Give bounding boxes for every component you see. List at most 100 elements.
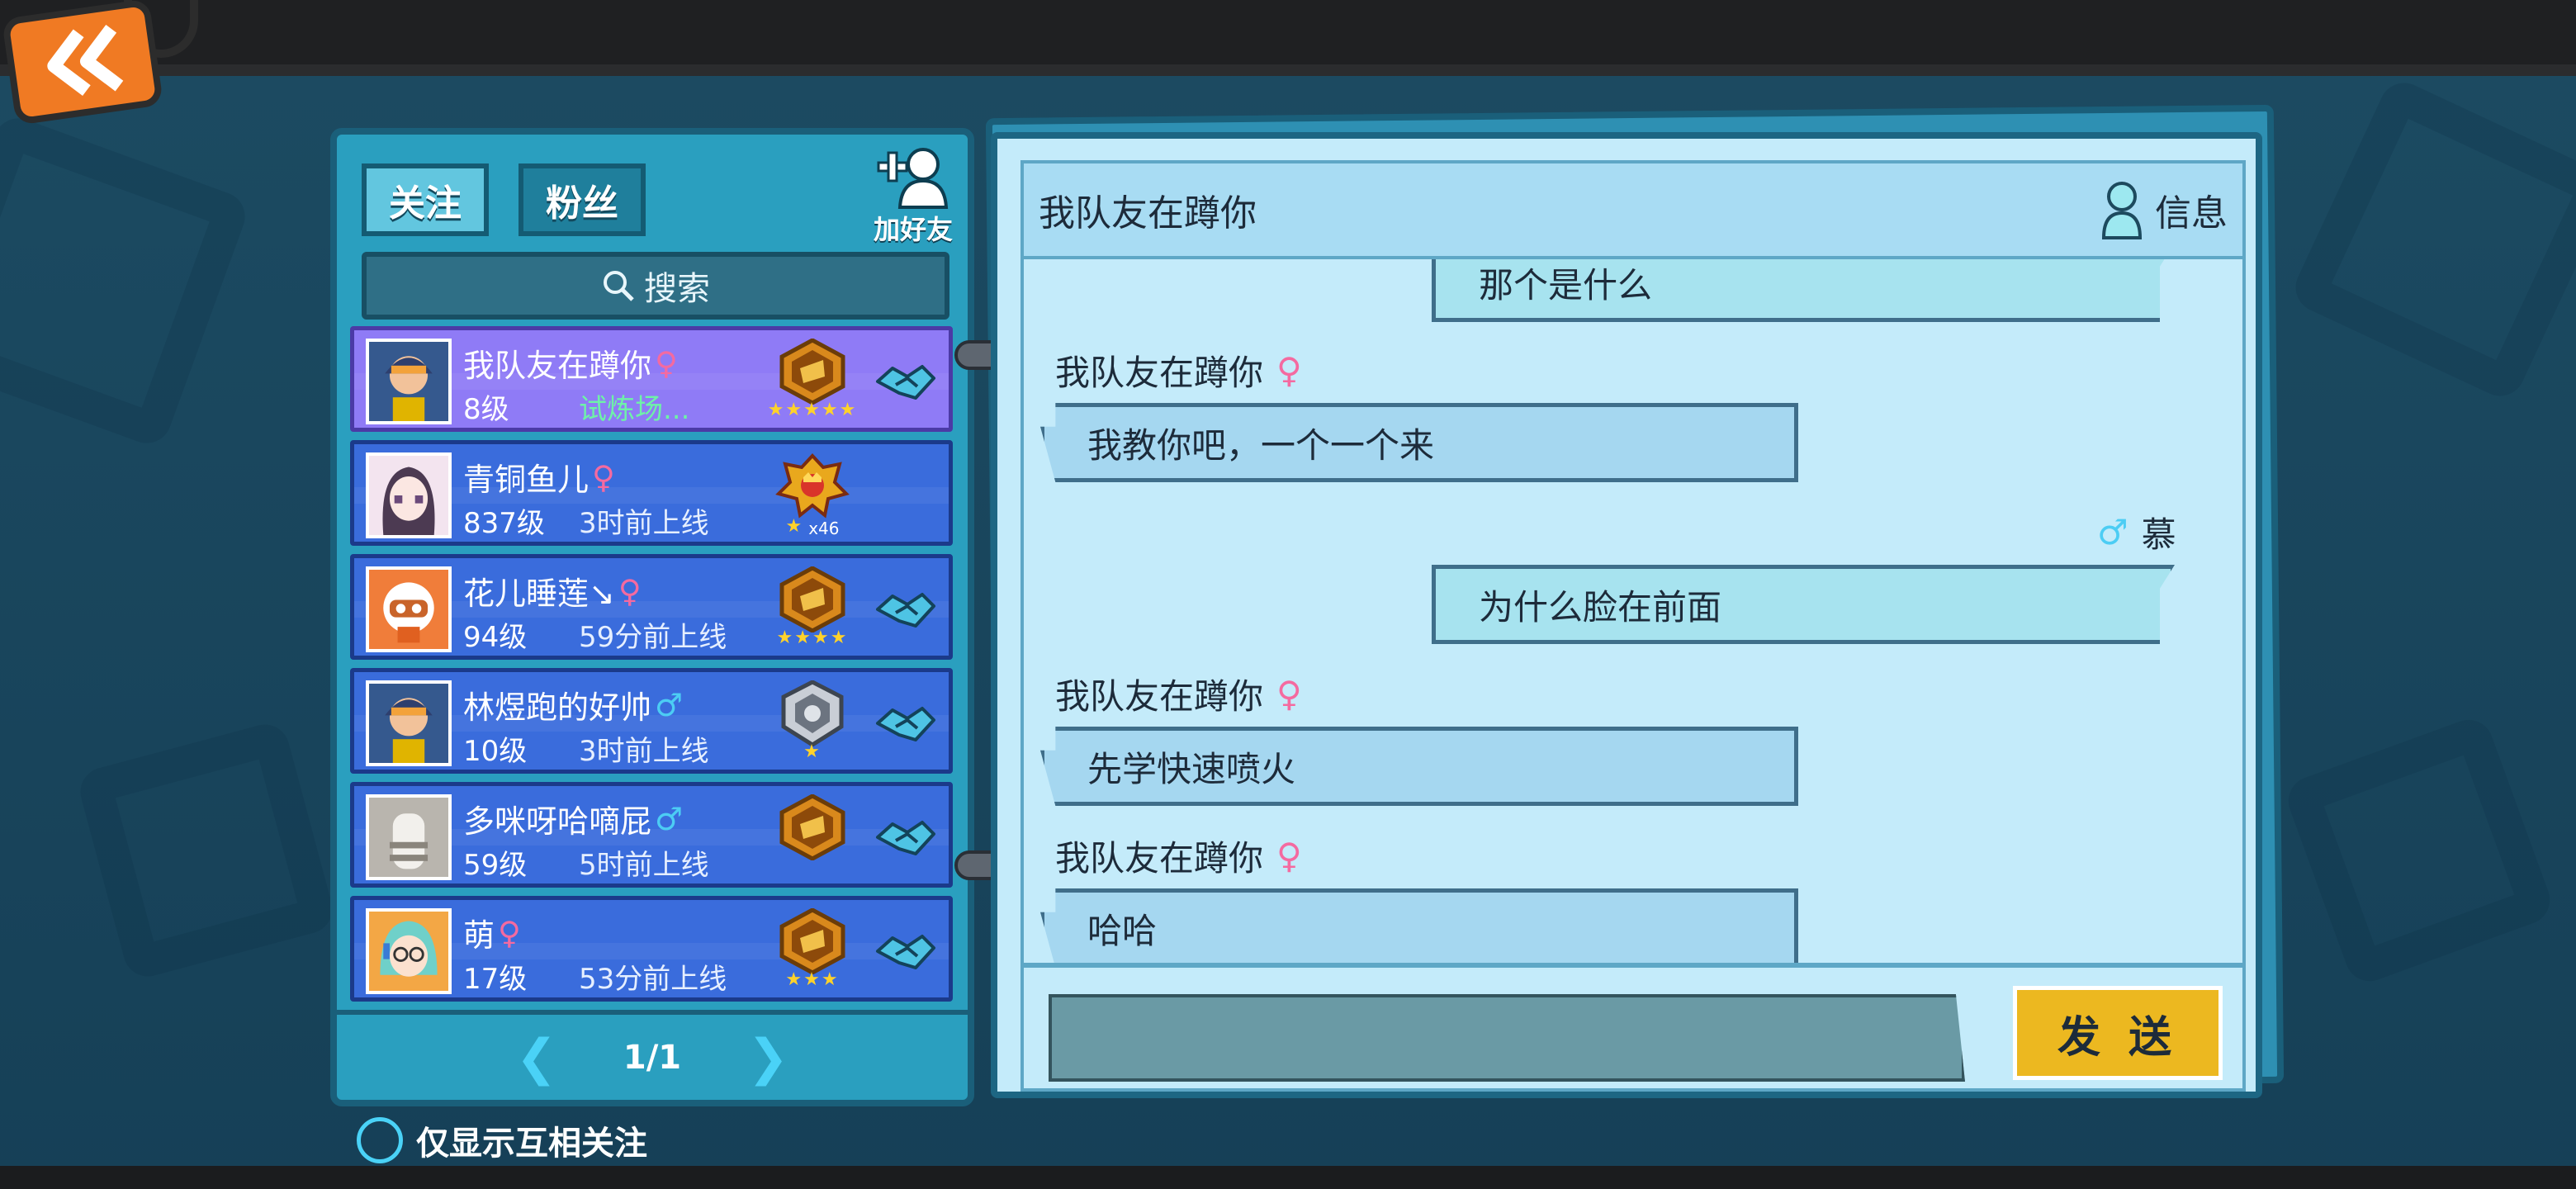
- rank-badge: ★: [767, 680, 858, 771]
- bottom-bar: [0, 1166, 2576, 1189]
- double-chevron-left-icon: [47, 24, 124, 97]
- rank-stars: ★★★★★: [767, 400, 858, 420]
- friend-row[interactable]: 多咪呀哈嘀屁 ♂ 59级 5时前上线: [350, 782, 953, 888]
- female-icon: ♀: [592, 458, 615, 495]
- prev-page-icon[interactable]: ❮: [516, 1029, 557, 1087]
- friend-status: 3时前上线: [579, 735, 709, 768]
- chat-bubble-other: 我教你吧，一个一个来: [1040, 403, 1798, 482]
- page-number: 1/1: [623, 1039, 682, 1077]
- radio-icon[interactable]: [357, 1117, 403, 1163]
- friend-row[interactable]: 林煜跑的好帅 ♂ 10级 3时前上线 ★: [350, 668, 953, 774]
- friend-name: 萌: [463, 917, 495, 954]
- friend-row[interactable]: 我队友在蹲你 ♀ 8级 试炼场... ★★★★★: [350, 326, 953, 432]
- sender-name: ♂ 慕: [2097, 507, 2176, 557]
- rank-badge: ★★★★: [767, 566, 858, 657]
- rank-stars: ★: [803, 741, 822, 762]
- search-bar[interactable]: 搜索: [362, 252, 949, 320]
- sender-name-text: 我队友在蹲你: [1055, 838, 1264, 879]
- rank-badge: ★ x46: [767, 452, 858, 543]
- rank-stars: ★★★: [785, 969, 840, 990]
- friends-panel: 关注 粉丝 加好友 搜索 我队友在蹲你 ♀ 8级 试炼场... ★★★★★ 青铜…: [330, 128, 974, 1106]
- friend-name: 我队友在蹲你: [463, 348, 652, 384]
- search-label: 搜索: [644, 270, 710, 308]
- friend-status: 3时前上线: [579, 507, 709, 540]
- avatar: [366, 452, 452, 538]
- friend-list: 我队友在蹲你 ♀ 8级 试炼场... ★★★★★ 青铜鱼儿 ♀ 837级 3时前上线…: [350, 326, 961, 1003]
- avatar: [366, 908, 452, 994]
- female-icon: ♀: [1276, 836, 1302, 876]
- female-icon: ♀: [498, 914, 521, 951]
- female-icon: ♀: [1276, 350, 1302, 391]
- tab-fans[interactable]: 粉丝: [519, 163, 646, 236]
- friend-tabs: 关注 粉丝: [362, 163, 646, 236]
- sender-name: 我队友在蹲你 ♀: [1055, 345, 1302, 396]
- friend-name: 花儿睡莲↘: [463, 576, 615, 612]
- chat-bubble-other: 先学快速喷火: [1040, 727, 1798, 806]
- avatar: [366, 794, 452, 880]
- avatar: [366, 680, 452, 766]
- friend-name: 青铜鱼儿: [463, 462, 590, 498]
- sender-name-text: 我队友在蹲你: [1055, 676, 1264, 717]
- bronze-rank-icon: [779, 908, 845, 974]
- female-icon: ♀: [655, 344, 678, 381]
- bronze-rank-icon: [779, 339, 845, 405]
- female-icon: ♀: [618, 572, 642, 609]
- handshake-icon[interactable]: [874, 702, 937, 748]
- chat-input[interactable]: [1049, 994, 1965, 1082]
- gold-crown-rank-icon: [775, 453, 850, 519]
- friend-level: 17级: [463, 963, 528, 996]
- male-icon: ♂: [2097, 512, 2129, 552]
- friend-level: 59级: [463, 849, 528, 882]
- male-icon: ♂: [655, 800, 684, 837]
- friend-level: 10级: [463, 735, 528, 768]
- bronze-rank-icon: [779, 566, 845, 632]
- handshake-icon[interactable]: [874, 588, 937, 634]
- tab-following[interactable]: 关注: [362, 163, 489, 236]
- sender-name-text: 我队友在蹲你: [1055, 353, 1264, 393]
- chat-bubble-mine: 那个是什么: [1432, 259, 2175, 322]
- top-bar: [0, 0, 2576, 76]
- rank-stars: ★★★★: [776, 628, 849, 648]
- next-page-icon[interactable]: ❯: [747, 1029, 788, 1087]
- friend-level: 8级: [463, 393, 509, 426]
- handshake-icon[interactable]: [874, 930, 937, 976]
- friend-status: 53分前上线: [579, 963, 727, 996]
- friend-name: 多咪呀哈嘀屁: [463, 803, 652, 840]
- friend-name: 林煜跑的好帅: [463, 689, 652, 726]
- add-friend-button[interactable]: 加好友: [864, 143, 963, 250]
- friend-row[interactable]: 青铜鱼儿 ♀ 837级 3时前上线 ★ x46: [350, 440, 953, 546]
- friend-row[interactable]: 萌 ♀ 17级 53分前上线 ★★★: [350, 896, 953, 1002]
- info-button[interactable]: 信息: [2099, 180, 2228, 239]
- friend-status: 试炼场...: [579, 393, 690, 426]
- add-friend-icon: [877, 148, 949, 209]
- back-button[interactable]: [1, 0, 164, 126]
- bronze-rank-icon: [779, 794, 845, 860]
- info-label: 信息: [2155, 192, 2228, 234]
- add-friend-label: 加好友: [873, 214, 953, 245]
- avatar: [366, 566, 452, 652]
- search-icon: [604, 271, 634, 301]
- composer: 发 送: [1020, 963, 2246, 1092]
- rank-badge: ★★★: [767, 908, 858, 999]
- user-icon: [2101, 182, 2143, 239]
- friend-level: 94级: [463, 621, 528, 654]
- avatar: [366, 339, 452, 424]
- rank-badge: ★★★★★: [767, 339, 858, 429]
- sender-name: 我队友在蹲你 ♀: [1055, 669, 1302, 719]
- friend-level: 837级: [463, 507, 545, 540]
- chat-bubble-other: 哈哈: [1040, 888, 1798, 963]
- sender-name-text: 慕: [2141, 514, 2176, 555]
- female-icon: ♀: [1276, 674, 1302, 714]
- friend-status: 5时前上线: [579, 849, 709, 882]
- handshake-icon[interactable]: [874, 360, 937, 406]
- silver-rank-icon: [781, 680, 844, 746]
- handshake-icon[interactable]: [874, 816, 937, 862]
- friend-row[interactable]: 花儿睡莲↘ ♀ 94级 59分前上线 ★★★★: [350, 554, 953, 660]
- chat-bubble-mine: 为什么脸在前面: [1432, 565, 2175, 644]
- rank-badge: [767, 794, 858, 885]
- send-button[interactable]: 发 送: [2013, 986, 2223, 1080]
- chat-header: 我队友在蹲你 信息: [1020, 160, 2246, 259]
- sender-name: 我队友在蹲你 ♀: [1055, 831, 1302, 881]
- friend-status: 59分前上线: [579, 621, 727, 654]
- mutual-only-toggle[interactable]: 仅显示互相关注: [357, 1116, 647, 1164]
